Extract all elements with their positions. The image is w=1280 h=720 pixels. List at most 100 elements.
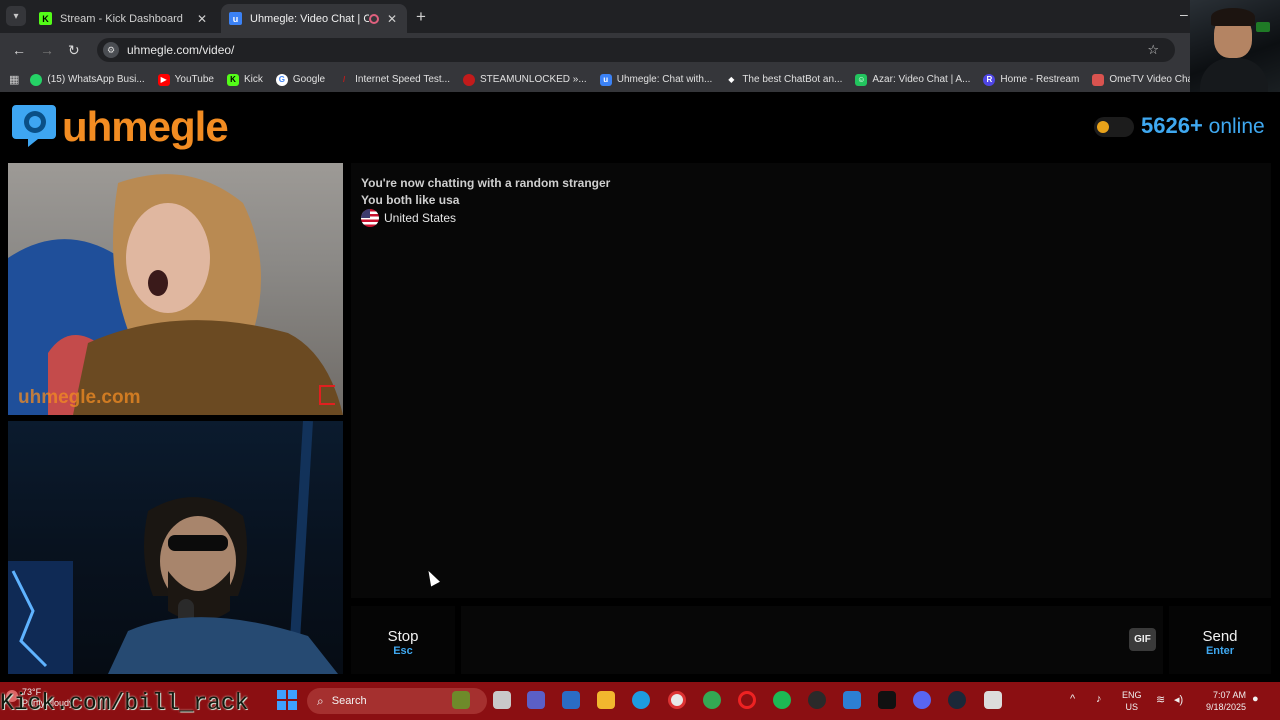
- photos-app-icon[interactable]: [984, 691, 1002, 709]
- teams-icon[interactable]: [527, 691, 545, 709]
- minimize-window-icon[interactable]: –: [1180, 6, 1188, 22]
- self-video-frame: [8, 421, 338, 674]
- mouth-shape: [148, 270, 168, 296]
- bookmark-google[interactable]: G Google: [275, 73, 325, 86]
- sunglasses-shape: [168, 535, 228, 551]
- opera-icon[interactable]: [738, 691, 756, 709]
- discord-icon[interactable]: [913, 691, 931, 709]
- bookmark-steamunlocked[interactable]: STEAMUNLOCKED »...: [463, 73, 587, 86]
- bookmark-chatbot[interactable]: ◆ The best ChatBot an...: [725, 74, 842, 86]
- bookmark-youtube[interactable]: ▶ YouTube: [157, 73, 214, 86]
- tray-overflow-icon[interactable]: ^: [1070, 693, 1075, 705]
- remote-app-icon[interactable]: [843, 691, 861, 709]
- youtube-icon: ▶: [157, 73, 170, 86]
- reload-icon[interactable]: ↻: [68, 42, 80, 59]
- bookmark-uhmegle[interactable]: u Uhmegle: Chat with...: [599, 73, 713, 86]
- task-view-icon[interactable]: [493, 691, 511, 709]
- send-shortcut: Enter: [1205, 645, 1235, 657]
- chatbot-icon: ◆: [728, 75, 735, 84]
- chrome-icon[interactable]: [668, 691, 686, 709]
- shirt-shape: [108, 617, 338, 674]
- bookmark-label: STEAMUNLOCKED »...: [480, 74, 587, 85]
- terminal-app-icon[interactable]: [878, 691, 896, 709]
- bookmark-star-icon[interactable]: ☆: [1147, 42, 1159, 58]
- uhmegle-favicon-icon: u: [229, 12, 242, 25]
- language-indicator[interactable]: ENG US: [1122, 689, 1142, 713]
- apps-grid-icon[interactable]: ▦: [9, 73, 19, 86]
- theme-toggle[interactable]: [1094, 117, 1134, 137]
- online-counter: 5626+ online: [1141, 113, 1265, 139]
- bookmark-speed-test[interactable]: / Internet Speed Test...: [338, 74, 450, 86]
- tab-title: Stream - Kick Dashboard: [60, 12, 183, 25]
- send-label: Send: [1202, 628, 1238, 645]
- country-name: United States: [384, 211, 457, 225]
- notification-bell-icon[interactable]: ●: [1252, 693, 1259, 705]
- close-tab-icon[interactable]: ✕: [195, 12, 209, 26]
- restream-icon: R: [983, 73, 996, 86]
- tab-search-button[interactable]: ▾: [6, 6, 26, 26]
- system-message: You're now chatting with a random strang…: [361, 176, 611, 190]
- steam-icon[interactable]: [948, 691, 966, 709]
- bookmark-azar[interactable]: ☺ Azar: Video Chat | A...: [855, 73, 971, 86]
- taskbar-clock[interactable]: 7:07 AM 9/18/2025: [1202, 689, 1246, 713]
- face-shape: [126, 203, 210, 313]
- bookmarks-bar: ▦ (15) WhatsApp Busi... ▶ YouTube K Kick G…: [0, 67, 1204, 92]
- bookmark-label: Kick: [243, 74, 263, 85]
- stranger-watermark: uhmegle.com: [18, 387, 141, 408]
- new-tab-button[interactable]: +: [416, 7, 426, 27]
- google-icon: G: [275, 73, 288, 86]
- self-video: [8, 421, 343, 674]
- search-icon: ⌕: [317, 693, 324, 708]
- windows-start-icon[interactable]: [277, 690, 297, 710]
- bamboo-app-icon[interactable]: [452, 691, 470, 709]
- stop-button[interactable]: Stop Esc: [351, 606, 455, 674]
- whatsapp-icon: [30, 73, 43, 86]
- uhmegle-logo-icon[interactable]: [10, 101, 58, 149]
- bookmark-label: Uhmegle: Chat with...: [616, 74, 713, 85]
- chat-log: [351, 163, 1271, 598]
- send-button[interactable]: Send Enter: [1169, 606, 1271, 674]
- bookmark-label: Internet Speed Test...: [355, 74, 451, 85]
- wifi-icon[interactable]: ≋: [1156, 693, 1165, 706]
- speedtest-icon: /: [343, 75, 346, 84]
- bookmark-label: The best ChatBot an...: [742, 74, 843, 85]
- facecam-badge-icon: [1256, 22, 1270, 32]
- ometv-icon: [1092, 73, 1105, 86]
- bookmark-label: Azar: Video Chat | A...: [872, 74, 971, 85]
- system-message: You both like usa: [361, 193, 460, 207]
- microsoft-store-icon[interactable]: [562, 691, 580, 709]
- report-flag-icon[interactable]: [319, 385, 335, 405]
- edge-icon[interactable]: [632, 691, 650, 709]
- obs-icon[interactable]: [808, 691, 826, 709]
- browser-tabstrip: ▾ K Stream - Kick Dashboard ✕ u Uhmegle:…: [0, 0, 1280, 33]
- stop-shortcut: Esc: [393, 645, 413, 657]
- stream-url-overlay: Kick.com/bill_rack: [0, 690, 249, 716]
- taskbar-search-label: Search: [331, 695, 367, 707]
- bookmark-whatsapp[interactable]: (15) WhatsApp Busi...: [30, 73, 145, 86]
- language-primary: ENG: [1122, 690, 1142, 700]
- volume-icon[interactable]: ◂): [1174, 693, 1183, 706]
- bookmark-ometv[interactable]: OmeTV Video Chat...: [1092, 73, 1204, 86]
- online-count: 5626+: [1141, 113, 1203, 138]
- address-bar[interactable]: ⚙ uhmegle.com/video/ ☆: [97, 38, 1175, 62]
- chrome-profile-icon[interactable]: [703, 691, 721, 709]
- bookmark-label: (15) WhatsApp Busi...: [47, 74, 145, 85]
- spotify-icon[interactable]: [773, 691, 791, 709]
- tab-uhmegle[interactable]: u Uhmegle: Video Chat | Ome ✕: [221, 4, 407, 33]
- microphone-icon[interactable]: ♪: [1096, 693, 1102, 705]
- kick-icon: K: [226, 73, 239, 86]
- gif-button[interactable]: GIF: [1129, 628, 1156, 651]
- close-tab-icon[interactable]: ✕: [385, 12, 399, 26]
- bookmark-kick[interactable]: K Kick: [226, 73, 263, 86]
- bookmark-restream[interactable]: R Home - Restream: [983, 73, 1079, 86]
- forward-arrow-icon[interactable]: →: [40, 42, 54, 58]
- back-arrow-icon[interactable]: ←: [12, 42, 26, 58]
- recording-indicator-icon: [369, 13, 379, 24]
- site-logo-text[interactable]: uhmegle: [62, 99, 229, 155]
- clock-date: 9/18/2025: [1205, 702, 1246, 712]
- site-info-icon[interactable]: ⚙: [103, 42, 119, 58]
- azar-icon: ☺: [855, 73, 868, 86]
- message-input[interactable]: [461, 606, 1163, 674]
- tab-kick-dashboard[interactable]: K Stream - Kick Dashboard ✕: [31, 4, 217, 33]
- file-explorer-icon[interactable]: [597, 691, 615, 709]
